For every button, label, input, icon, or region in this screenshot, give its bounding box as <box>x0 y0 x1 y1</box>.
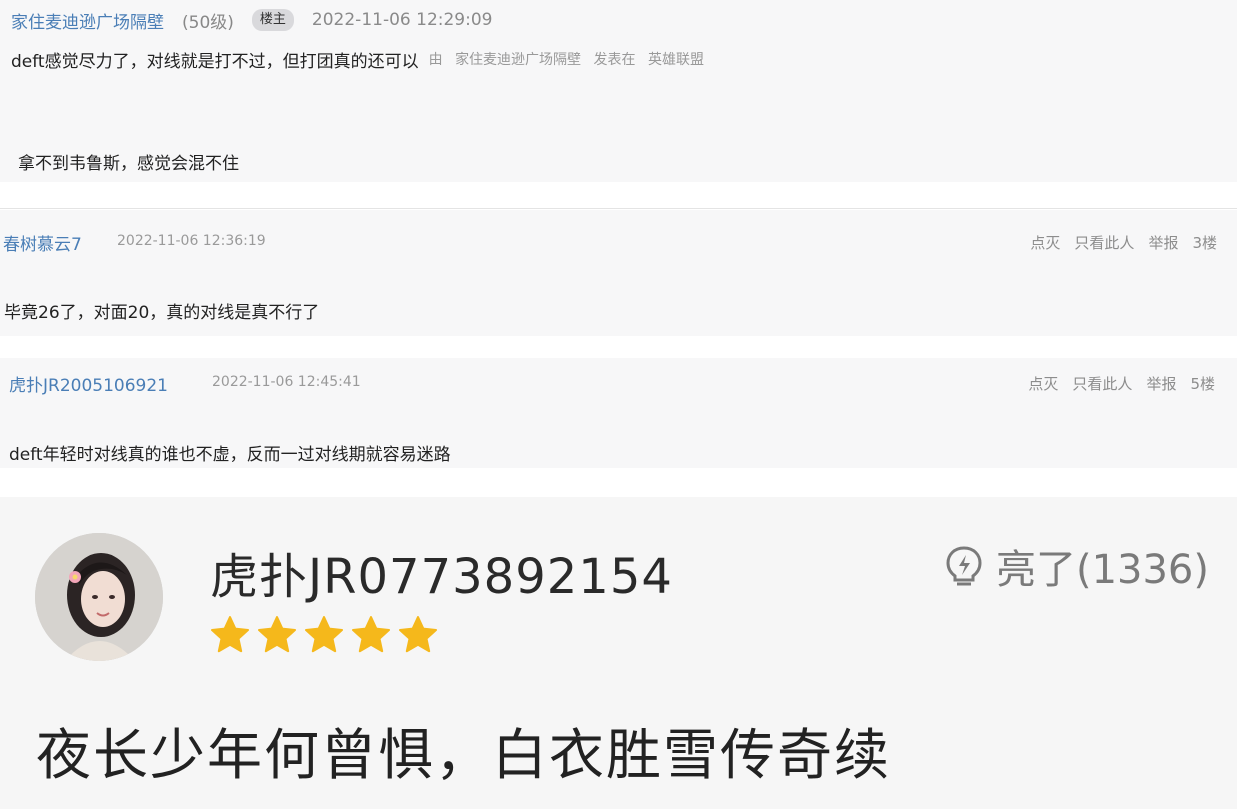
meta-by: 由 <box>428 52 443 68</box>
quoted-post-title: deft感觉尽力了，对线就是打不过，但打团真的还可以 <box>11 51 419 72</box>
avatar <box>35 533 163 661</box>
card-comment-text: 夜长少年何曾惧，白衣胜雪传奇续 <box>36 723 892 787</box>
reply-actions: 点灭 只看此人 举报 5楼 <box>1028 373 1215 394</box>
reply-actions: 点灭 只看此人 举报 3楼 <box>1030 232 1217 253</box>
quoted-post: 家住麦迪逊广场隔壁 (50级) 楼主 2022-11-06 12:29:09 d… <box>0 0 1237 182</box>
reply-header: 虎扑JR2005106921 2022-11-06 12:45:41 点灭 只看… <box>0 371 1237 396</box>
meta-author-link[interactable]: 家住麦迪逊广场隔壁 <box>455 52 581 68</box>
only-this-user-button[interactable]: 只看此人 <box>1072 373 1132 394</box>
lightbulb-icon <box>946 546 982 586</box>
quoted-post-meta: 由 家住麦迪逊广场隔壁 发表在 英雄联盟 <box>429 49 712 69</box>
op-level: (50级) <box>182 12 234 33</box>
rating-stars <box>210 615 438 655</box>
reply-username[interactable]: 虎扑JR2005106921 <box>9 371 168 396</box>
star-icon <box>352 616 390 653</box>
reply-item: 春树慕云7 2022-11-06 12:36:19 点灭 只看此人 举报 3楼 … <box>0 210 1237 336</box>
star-icon <box>305 616 343 653</box>
meta-posted-in: 发表在 <box>593 52 636 68</box>
meta-forum-link[interactable]: 英雄联盟 <box>648 52 704 68</box>
op-badge: 楼主 <box>251 9 294 31</box>
reply-timestamp: 2022-11-06 12:45:41 <box>212 374 361 390</box>
divider <box>0 208 1237 209</box>
report-button[interactable]: 举报 <box>1146 373 1176 394</box>
only-this-user-button[interactable]: 只看此人 <box>1074 232 1134 253</box>
star-icon <box>258 616 296 653</box>
floor-number: 3楼 <box>1192 234 1217 252</box>
report-button[interactable]: 举报 <box>1148 232 1178 253</box>
card-username: 虎扑JR0773892154 <box>210 549 673 605</box>
reply-text: 毕竟26了，对面20，真的对线是真不行了 <box>4 303 320 323</box>
op-timestamp: 2022-11-06 12:29:09 <box>311 10 493 30</box>
dislike-button[interactable]: 点灭 <box>1028 373 1058 394</box>
star-icon <box>211 616 249 653</box>
dislike-button[interactable]: 点灭 <box>1030 232 1060 253</box>
quoted-post-header: 家住麦迪逊广场隔壁 (50级) 楼主 2022-11-06 12:29:09 <box>11 6 492 34</box>
op-username[interactable]: 家住麦迪逊广场隔壁 <box>11 8 164 33</box>
quoted-post-body: 拿不到韦鲁斯，感觉会混不住 <box>18 154 239 174</box>
reply-item: 虎扑JR2005106921 2022-11-06 12:45:41 点灭 只看… <box>0 358 1237 468</box>
quoted-post-title-line: deft感觉尽力了，对线就是打不过，但打团真的还可以 由 家住麦迪逊广场隔壁 发… <box>11 46 712 72</box>
embedded-comment-card: 虎扑JR0773892154 亮了(1336) 夜长少年何曾惧，白衣胜雪传奇续 <box>0 497 1237 809</box>
like-label: 亮了(1336) <box>995 547 1209 593</box>
reply-username[interactable]: 春树慕云7 <box>3 230 82 255</box>
reply-text: deft年轻时对线真的谁也不虚，反而一过对线期就容易迷路 <box>9 445 451 465</box>
star-icon <box>399 616 437 653</box>
floor-number: 5楼 <box>1190 375 1215 393</box>
reply-header: 春树慕云7 2022-11-06 12:36:19 点灭 只看此人 举报 3楼 <box>0 230 1237 255</box>
reply-timestamp: 2022-11-06 12:36:19 <box>117 233 266 249</box>
hupu-thread-page: 家住麦迪逊广场隔壁 (50级) 楼主 2022-11-06 12:29:09 d… <box>0 0 1237 809</box>
like-count[interactable]: 亮了(1336) <box>942 537 1209 595</box>
